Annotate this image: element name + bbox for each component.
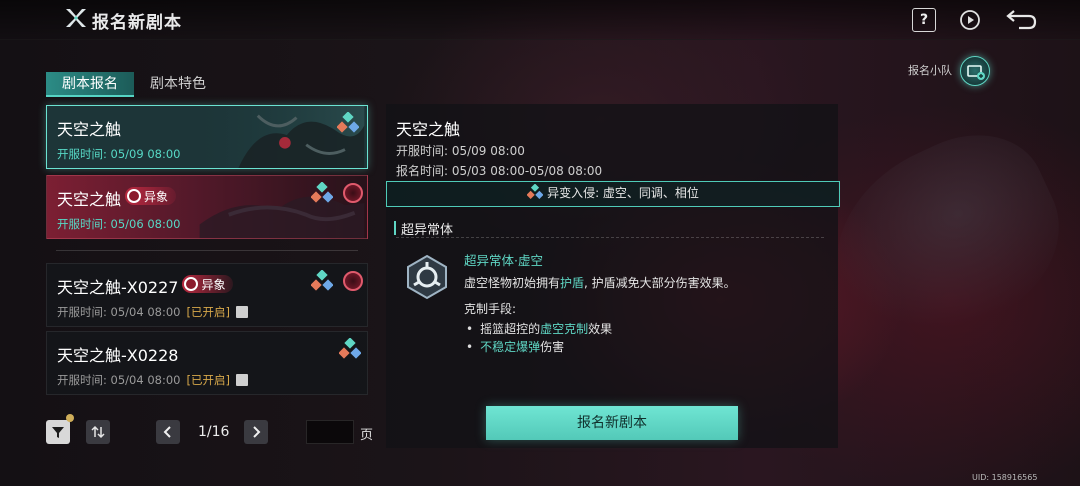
anomaly-badge: 异象	[125, 187, 177, 205]
page-indicator: 1/16	[198, 424, 230, 440]
invasion-text: 异变入侵: 虚空、同调、相位	[547, 186, 699, 200]
void-hexagon-icon	[407, 254, 447, 300]
anomaly-swirl-icon	[343, 271, 363, 291]
sort-icon	[91, 425, 105, 439]
page-title: 报名新剧本	[92, 13, 182, 33]
counter-text: 效果	[588, 322, 613, 336]
mode-logo-icon	[66, 9, 86, 27]
script-card-2[interactable]: 天空之触 异象 开服时间: 05/06 08:00	[46, 175, 368, 239]
help-button[interactable]: ?	[912, 8, 936, 32]
active-tab-indicator	[46, 95, 134, 97]
element-tri-icon	[339, 338, 361, 359]
list-divider	[56, 250, 358, 251]
sort-button[interactable]	[86, 420, 110, 444]
card-name: 天空之触-X0228	[57, 346, 179, 365]
ability-desc-highlight: 护盾	[560, 276, 585, 290]
script-card-3[interactable]: 天空之触-X0227 异象 开服时间: 05/04 08:00 [已开启]	[46, 263, 368, 327]
card-open-time: 开服时间: 05/06 08:00	[57, 217, 181, 231]
card-name: 天空之触 异象	[57, 186, 177, 210]
signup-new-script-button[interactable]: 报名新剧本	[486, 406, 738, 440]
prev-page-button[interactable]	[156, 420, 180, 444]
anomaly-icon	[127, 189, 142, 203]
card-open-time: 开服时间: 05/04 08:00 [已开启]	[57, 372, 248, 388]
top-bar: 报名新剧本 ?	[0, 0, 1080, 40]
anomaly-badge: 异象	[182, 275, 234, 293]
replay-button[interactable]	[958, 8, 982, 32]
filter-button[interactable]	[46, 420, 70, 444]
squad-label: 报名小队	[908, 64, 952, 77]
anomaly-badge-label: 异象	[144, 189, 169, 204]
card-open-time: 开服时间: 05/04 08:00 [已开启]	[57, 304, 248, 320]
filter-notify-dot	[66, 414, 74, 422]
element-tri-icon	[337, 112, 359, 133]
card-name: 天空之触-X0227 异象	[57, 274, 234, 298]
anomaly-icon	[184, 277, 199, 291]
tab-script-signup[interactable]: 剧本报名	[46, 72, 134, 96]
card-name: 天空之触	[57, 120, 122, 139]
squad-button[interactable]	[960, 56, 990, 86]
anomaly-swirl-icon	[343, 183, 363, 203]
open-status: [已开启]	[186, 373, 230, 387]
page-unit-label: 页	[360, 428, 374, 443]
card-time-text: 开服时间: 05/04 08:00	[57, 305, 181, 319]
ability-desc-part: , 护盾减免大部分伤害效果。	[584, 276, 736, 290]
ability-description: 虚空怪物初始拥有护盾, 护盾减免大部分伤害效果。	[464, 274, 736, 291]
open-status: [已开启]	[186, 305, 230, 319]
section-title: 超异常体	[401, 223, 454, 238]
card-name-text: 天空之触-X0227	[57, 278, 179, 297]
team-mail-icon	[967, 65, 985, 80]
invasion-banner: 异变入侵: 虚空、同调、相位	[386, 181, 840, 207]
chevron-left-icon	[163, 426, 171, 438]
script-card-1[interactable]: 天空之触 开服时间: 05/09 08:00	[46, 105, 368, 169]
section-divider	[396, 237, 824, 238]
filter-icon	[52, 427, 64, 438]
card-name-text: 天空之触	[57, 190, 122, 209]
card-time-text: 开服时间: 05/04 08:00	[57, 373, 181, 387]
counter-highlight: 虚空克制	[540, 322, 589, 336]
tab-script-features[interactable]: 剧本特色	[134, 72, 222, 96]
back-arrow-icon	[1006, 10, 1037, 30]
card-art-image	[199, 196, 365, 238]
element-tri-icon	[526, 183, 544, 200]
user-id: UID: 158916565	[972, 473, 1038, 482]
detail-title: 天空之触	[396, 120, 461, 139]
counter-text: 伤害	[540, 340, 565, 354]
element-tri-icon	[311, 270, 333, 291]
ability-name: 超异常体·虚空	[464, 253, 543, 268]
counter-text: 摇篮超控的	[480, 322, 541, 336]
back-button[interactable]	[1004, 8, 1038, 32]
anomaly-badge-label: 异象	[201, 277, 226, 292]
detail-signup-time: 报名时间: 05/03 08:00-05/08 08:00	[396, 164, 603, 178]
element-tri-icon	[311, 182, 333, 203]
section-accent-bar	[394, 221, 396, 235]
chevron-right-icon	[253, 426, 261, 438]
page-jump-input[interactable]	[306, 420, 354, 444]
person-icon	[235, 374, 248, 386]
script-detail-panel: 天空之触 开服时间: 05/09 08:00 报名时间: 05/03 08:00…	[386, 104, 840, 448]
counter-item-1: 摇篮超控的虚空克制效果	[466, 320, 612, 337]
counter-highlight: 不稳定爆弹	[480, 340, 541, 354]
detail-open-time: 开服时间: 05/09 08:00	[396, 144, 525, 158]
person-icon	[235, 306, 248, 318]
counter-item-2: 不稳定爆弹伤害	[466, 338, 564, 355]
card-open-time: 开服时间: 05/09 08:00	[57, 147, 181, 161]
ability-desc-part: 虚空怪物初始拥有	[464, 276, 561, 290]
counter-title: 克制手段:	[464, 302, 517, 316]
play-icon	[960, 10, 980, 30]
next-page-button[interactable]	[244, 420, 268, 444]
script-card-4[interactable]: 天空之触-X0228 开服时间: 05/04 08:00 [已开启]	[46, 331, 368, 395]
